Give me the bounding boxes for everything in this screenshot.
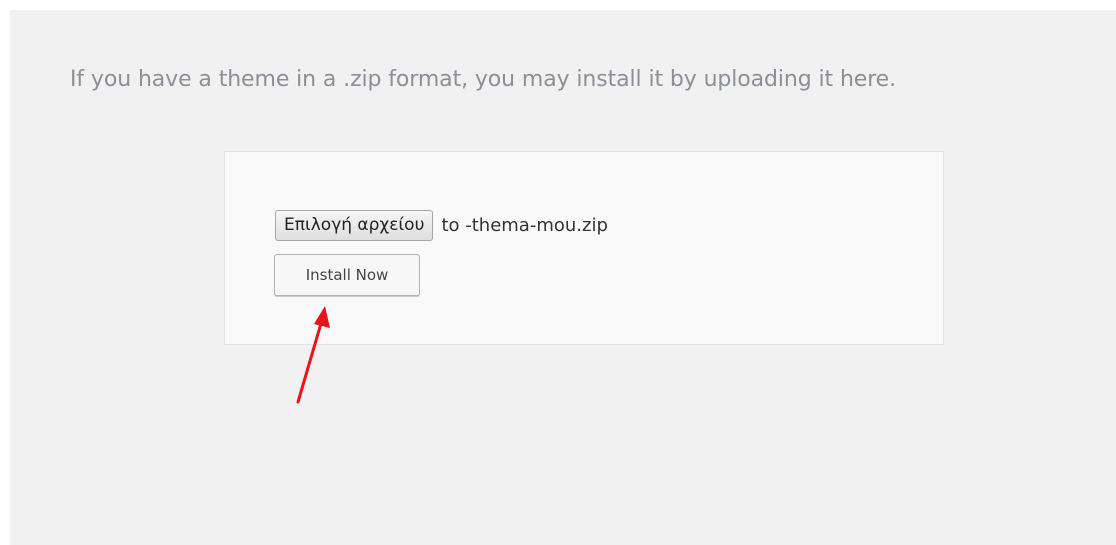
red-arrow-icon xyxy=(296,306,330,404)
file-picker: Επιλογή αρχείου to -thema-mou.zip xyxy=(275,208,608,242)
choose-file-button[interactable]: Επιλογή αρχείου xyxy=(275,209,434,241)
selected-file-name: to -thema-mou.zip xyxy=(441,214,608,236)
install-now-button[interactable]: Install Now xyxy=(274,254,420,296)
upload-instructions: If you have a theme in a .zip format, yo… xyxy=(70,67,897,92)
upload-theme-panel: If you have a theme in a .zip format, yo… xyxy=(10,10,1116,545)
